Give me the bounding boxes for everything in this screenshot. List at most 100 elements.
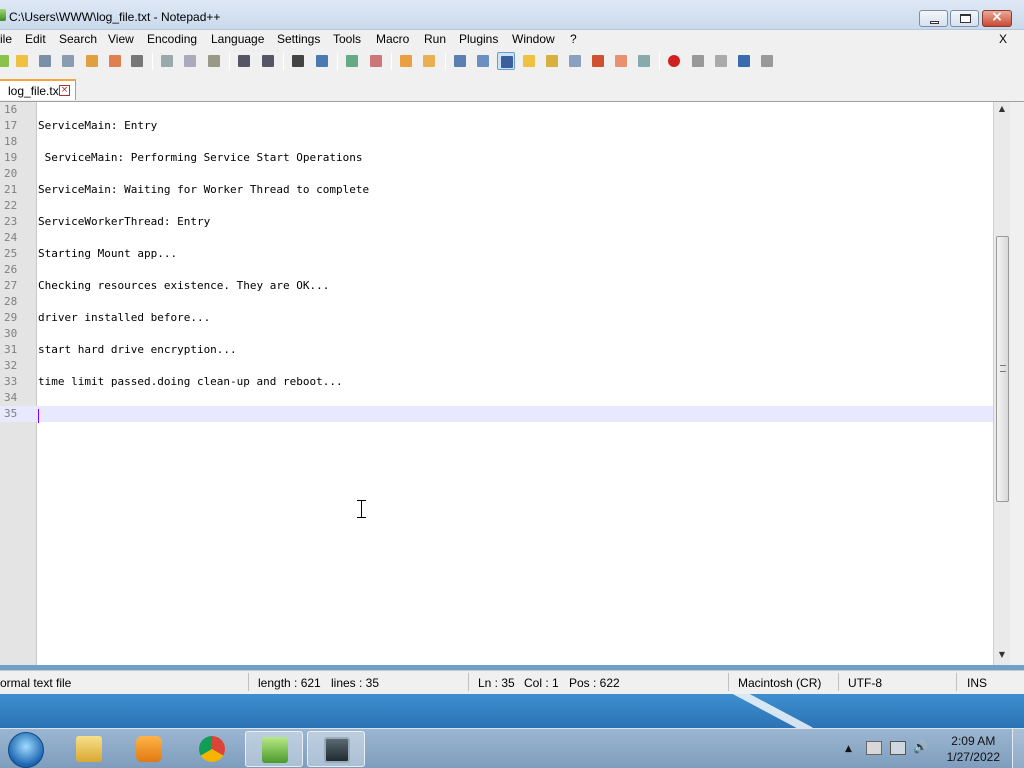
action-center-flag-icon[interactable] [866,741,882,755]
close-file-icon[interactable] [83,52,101,70]
document-map-icon[interactable] [543,52,561,70]
zoom-in-icon[interactable] [343,52,361,70]
zoom-out-icon[interactable] [367,52,385,70]
tab-bar: log_file.txt × [0,75,1024,102]
editor-line[interactable]: 29 driver installed before... [0,310,1010,326]
run-macro-multiple-icon[interactable] [735,52,753,70]
menu-tools[interactable]: Tools [333,32,361,46]
editor-line[interactable]: 18 [0,134,1010,150]
save-all-icon[interactable] [59,52,77,70]
minimize-icon [930,21,939,24]
menu-language[interactable]: Language [211,32,264,46]
start-button[interactable] [8,732,44,768]
word-wrap-icon[interactable] [451,52,469,70]
show-hidden-icons-button[interactable]: ▲ [845,744,852,754]
line-text: start hard drive encryption... [38,343,237,356]
toolbar-separator [229,53,230,70]
maximize-button[interactable] [950,10,979,27]
language-define-icon[interactable] [520,52,538,70]
document-list-icon[interactable] [566,52,584,70]
new-file-icon[interactable] [0,52,12,70]
menu-search[interactable]: Search [59,32,97,46]
menu-macro[interactable]: Macro [376,32,409,46]
monitoring-icon[interactable] [635,52,653,70]
editor-line[interactable]: 23 ServiceWorkerThread: Entry [0,214,1010,230]
menu-settings[interactable]: Settings [277,32,320,46]
menu-encoding[interactable]: Encoding [147,32,197,46]
menu-help[interactable]: ? [570,32,577,46]
editor-line[interactable]: 16 [0,102,1010,118]
tab-log-file[interactable]: log_file.txt × [0,79,76,100]
save-icon[interactable] [36,52,54,70]
editor-line[interactable]: 19 ServiceMain: Performing Service Start… [0,150,1010,166]
paste-icon[interactable] [205,52,223,70]
editor-line[interactable]: 31 start hard drive encryption... [0,342,1010,358]
editor-line[interactable]: 17 ServiceMain: Entry [0,118,1010,134]
print-icon[interactable] [128,52,146,70]
taskbar-chrome-button[interactable] [183,731,241,767]
save-macro-icon[interactable] [758,52,776,70]
tab-close-icon[interactable]: × [59,85,70,96]
record-macro-icon[interactable] [665,52,683,70]
editor-line[interactable]: 22 [0,198,1010,214]
show-desktop-button[interactable] [1012,729,1024,768]
editor-line[interactable]: 27 Checking resources existence. They are… [0,278,1010,294]
editor-line[interactable]: 32 [0,358,1010,374]
folder-workspace-icon[interactable] [612,52,630,70]
vertical-scrollbar[interactable]: ▲ ▼ [993,102,1010,665]
menu-run[interactable]: Run [424,32,446,46]
indent-guide-icon[interactable] [497,52,515,70]
line-text: Checking resources existence. They are O… [38,279,330,292]
line-number: 22 [4,199,18,212]
sync-vertical-icon[interactable] [397,52,415,70]
taskbar-monitor-button[interactable] [307,731,365,767]
line-text: ServiceWorkerThread: Entry [38,215,211,228]
replace-icon[interactable] [313,52,331,70]
editor-line[interactable]: 35 [0,406,1010,422]
editor-line[interactable]: 26 [0,262,1010,278]
editor-line[interactable]: 33 time limit passed.doing clean-up and r… [0,374,1010,390]
menu-plugins[interactable]: Plugins [459,32,498,46]
editor-line[interactable]: 25 Starting Mount app... [0,246,1010,262]
close-document-button[interactable]: X [999,32,1007,46]
menu-file[interactable]: ile [0,32,12,46]
scroll-down-icon[interactable]: ▼ [994,650,1010,664]
status-separator [248,673,249,691]
minimize-button[interactable] [919,10,948,27]
editor-line[interactable]: 28 [0,294,1010,310]
undo-icon[interactable] [235,52,253,70]
taskbar-explorer-button[interactable] [60,731,118,767]
close-button[interactable]: × [982,9,1012,27]
network-icon[interactable] [890,741,906,755]
sync-horizontal-icon[interactable] [420,52,438,70]
editor-line[interactable]: 24 [0,230,1010,246]
editor-line[interactable]: 21 ServiceMain: Waiting for Worker Thread… [0,182,1010,198]
system-clock[interactable]: 2:09 AM 1/27/2022 [947,733,1000,765]
copy-icon[interactable] [181,52,199,70]
menu-edit[interactable]: Edit [25,32,46,46]
open-file-icon[interactable] [13,52,31,70]
menu-bar: ile Edit Search View Encoding Language S… [0,30,1024,49]
taskbar-notepadpp-button[interactable] [245,731,303,767]
menu-view[interactable]: View [108,32,134,46]
editor-line[interactable]: 34 [0,390,1010,406]
editor[interactable]: 16 17 ServiceMain: Entry 18 19 ServiceMain: … [0,102,1010,665]
editor-line[interactable]: 20 [0,166,1010,182]
scrollbar-thumb[interactable] [996,236,1009,502]
menu-window[interactable]: Window [512,32,555,46]
cut-icon[interactable] [158,52,176,70]
show-all-characters-icon[interactable] [474,52,492,70]
editor-line[interactable]: 30 [0,326,1010,342]
taskbar-media-player-button[interactable] [120,731,178,767]
find-icon[interactable] [289,52,307,70]
stop-macro-icon[interactable] [689,52,707,70]
taskbar: ▲ 🔊 2:09 AM 1/27/2022 [0,728,1024,768]
function-list-icon[interactable] [589,52,607,70]
redo-icon[interactable] [259,52,277,70]
toolbar-separator [337,53,338,70]
scroll-up-icon[interactable]: ▲ [994,104,1010,118]
line-number: 18 [4,135,18,148]
play-macro-icon[interactable] [712,52,730,70]
close-all-icon[interactable] [106,52,124,70]
volume-icon[interactable]: 🔊 [913,740,928,754]
